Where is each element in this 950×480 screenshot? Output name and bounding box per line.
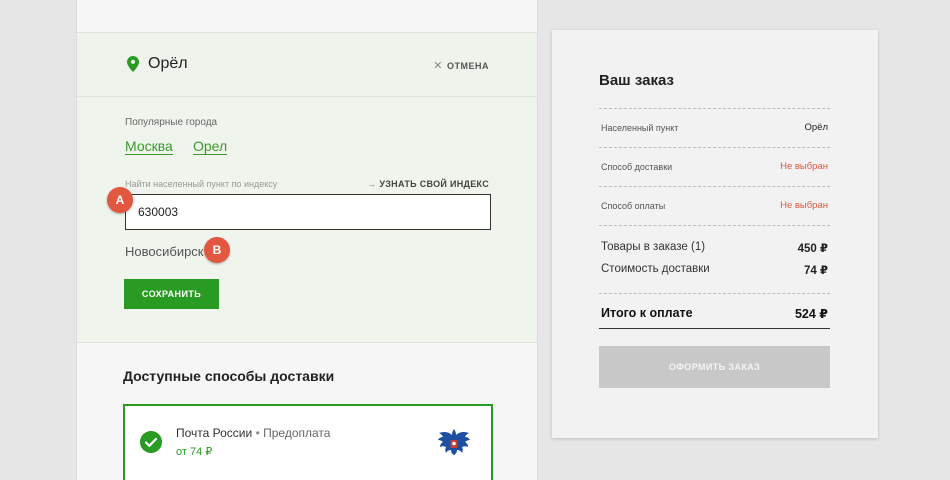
payment-method-value: Не выбран [780,200,828,211]
arrow-right-icon: → [367,179,377,189]
delivery-option-type: Предоплата [263,426,331,440]
checkout-button[interactable]: ОФОРМИТЬ ЗАКАЗ [599,346,830,388]
goods-value: 450 ₽ [797,243,828,255]
delivery-methods-title: Доступные способы доставки [123,368,335,384]
delivery-option-name: Почта России [176,426,253,440]
delivery-method-value: Не выбран [780,161,828,172]
delivery-option-card[interactable]: Почта России • Предоплата от 74 ₽ [123,404,493,480]
popular-city-orel[interactable]: Орел [193,138,228,155]
payment-method-label: Способ оплаты [601,201,666,211]
divider [599,108,830,109]
russian-post-eagle-icon [438,429,470,455]
check-icon [140,431,162,453]
location-panel: Орёл ✕ ОТМЕНА Популярные города Москва О… [76,0,538,480]
settlement-label: Населенный пункт [601,123,679,133]
divider [599,147,830,148]
save-button[interactable]: СОХРАНИТЬ [124,279,219,309]
order-title: Ваш заказ [599,72,674,89]
delivery-option-price: от 74 ₽ [176,446,213,458]
shipping-cost-value: 74 ₽ [804,265,828,277]
city-header: Орёл ✕ ОТМЕНА [77,33,537,97]
goods-label: Товары в заказе (1) [601,241,706,253]
delivery-method-label: Способ доставки [601,162,673,172]
popular-cities-label: Популярные города [125,117,218,128]
divider [599,225,830,226]
divider [599,186,830,187]
close-icon: ✕ [433,60,443,72]
find-index-link[interactable]: → УЗНАТЬ СВОЙ ИНДЕКС [367,179,489,189]
order-summary: Ваш заказ Населенный пункт Орёл Способ д… [552,30,878,438]
bullet-separator: • [255,426,264,440]
total-label: Итого к оплате [601,306,693,320]
total-value: 524 ₽ [794,307,828,321]
cancel-label: ОТМЕНА [447,60,489,71]
top-strip [77,0,537,33]
annotation-marker-b: B [204,237,230,263]
current-city: Орёл [148,55,188,72]
index-search-label: Найти населенный пункт по индексу [125,179,278,189]
shipping-cost-label: Стоимость доставки [601,263,710,275]
settlement-value: Орёл [804,122,829,133]
find-index-label: УЗНАТЬ СВОЙ ИНДЕКС [379,179,489,189]
index-input[interactable] [125,194,491,230]
cancel-button[interactable]: ✕ ОТМЕНА [433,59,489,72]
divider [599,293,830,294]
city-form: Популярные города Москва Орел Найти насе… [77,97,537,343]
divider [599,328,830,329]
location-pin-icon [127,56,139,72]
annotation-marker-a: A [107,187,133,213]
popular-city-moscow[interactable]: Москва [125,138,173,155]
suggestion-item[interactable]: Новосибирск [125,244,204,259]
delivery-option-title: Почта России • Предоплата [176,426,330,440]
